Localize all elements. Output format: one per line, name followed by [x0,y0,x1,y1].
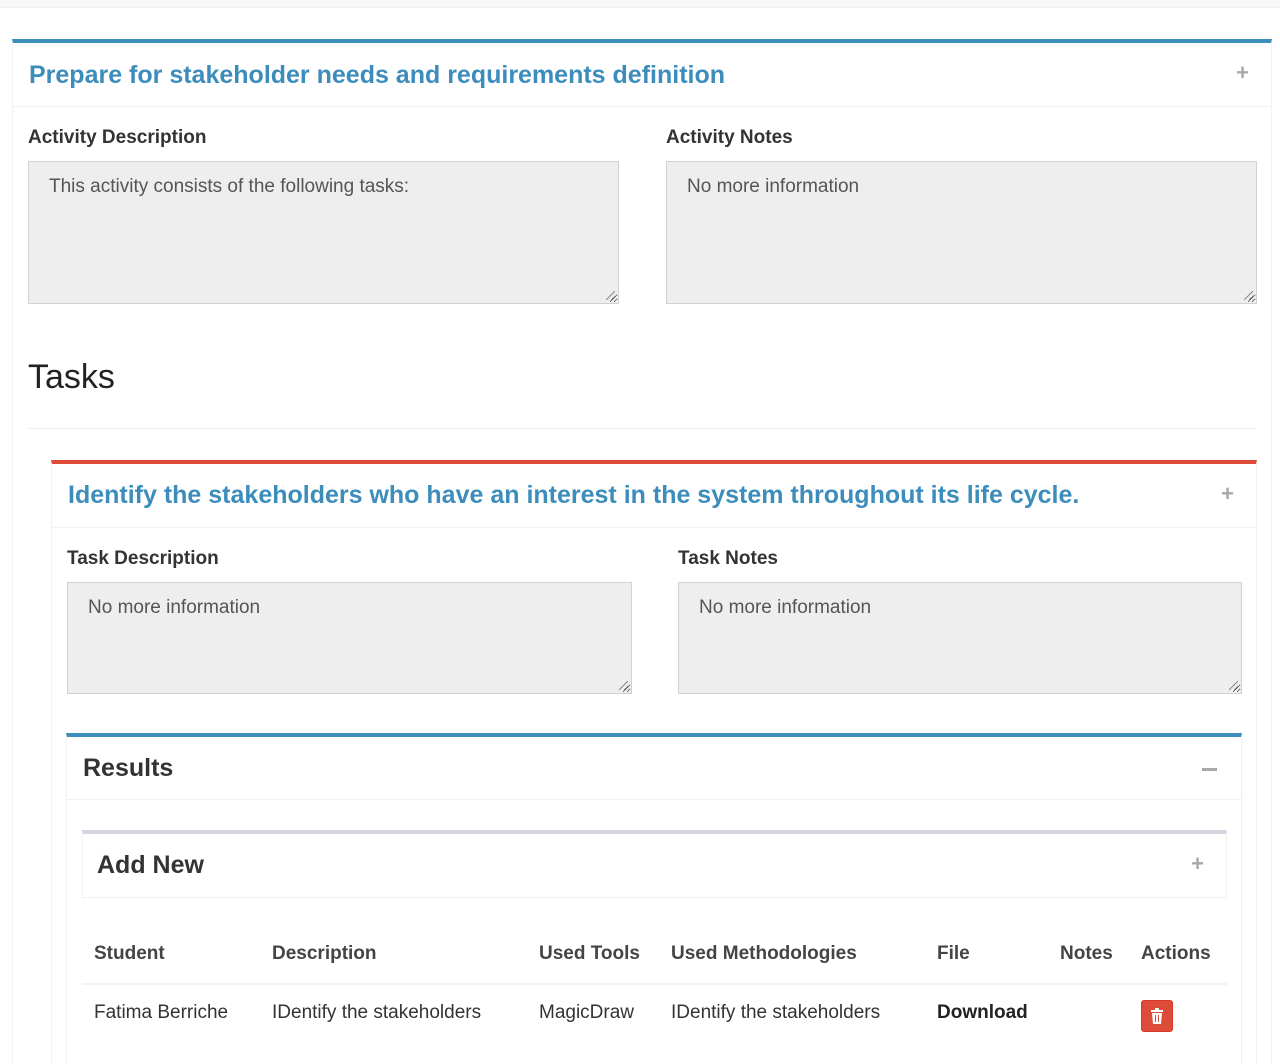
results-box: Results [66,733,1242,1064]
activity-notes-field[interactable]: No more information [666,161,1257,304]
table-header-divider [82,983,1227,985]
add-new-title: Add New [97,851,204,879]
column-header-file: File [937,943,970,964]
top-strip [0,0,1280,8]
plus-icon[interactable]: + [1191,851,1204,877]
activity-description-label: Activity Description [28,127,207,148]
column-header-notes: Notes [1060,943,1113,964]
task-description-label: Task Description [67,548,219,569]
column-header-student: Student [94,943,165,964]
task-title: Identify the stakeholders who have an in… [68,481,1080,509]
results-title: Results [83,754,174,782]
activity-title: Prepare for stakeholder needs and requir… [29,61,726,89]
task-header[interactable]: Identify the stakeholders who have an in… [52,464,1256,528]
add-new-box: Add New + [82,830,1227,898]
activity-notes-value: No more information [687,176,860,197]
results-header[interactable]: Results [67,737,1241,800]
plus-icon[interactable]: + [1221,481,1234,507]
task-notes-label: Task Notes [678,548,778,569]
column-header-actions: Actions [1141,943,1211,964]
add-new-header[interactable]: Add New + [83,834,1226,897]
activity-description-value: This activity consists of the following … [49,176,410,197]
cell-student: Fatima Berriche [94,1002,229,1023]
tasks-heading: Tasks [28,358,115,396]
trash-icon [1151,1008,1163,1024]
task-notes-field[interactable]: No more information [678,582,1242,694]
cell-used-methodologies: IDentify the stakeholders [671,1002,881,1023]
activity-header[interactable]: Prepare for stakeholder needs and requir… [13,43,1271,107]
column-header-used-methodologies: Used Methodologies [671,943,857,964]
cell-description: IDentify the stakeholders [272,1002,482,1023]
task-description-value: No more information [88,597,261,618]
resize-handle-icon[interactable] [619,681,628,690]
plus-icon[interactable]: + [1236,60,1249,86]
cell-used-tools: MagicDraw [539,1002,635,1023]
resize-handle-icon[interactable] [1229,681,1238,690]
task-notes-value: No more information [699,597,872,618]
task-description-field[interactable]: No more information [67,582,632,694]
delete-button[interactable] [1141,1000,1173,1032]
resize-handle-icon[interactable] [606,291,615,300]
activity-notes-label: Activity Notes [666,127,793,148]
tasks-divider [28,428,1257,429]
resize-handle-icon[interactable] [1244,291,1253,300]
minus-icon[interactable] [1202,768,1217,771]
download-link[interactable]: Download [937,1002,1028,1024]
column-header-description: Description [272,943,377,964]
activity-description-field[interactable]: This activity consists of the following … [28,161,619,304]
column-header-used-tools: Used Tools [539,943,640,964]
